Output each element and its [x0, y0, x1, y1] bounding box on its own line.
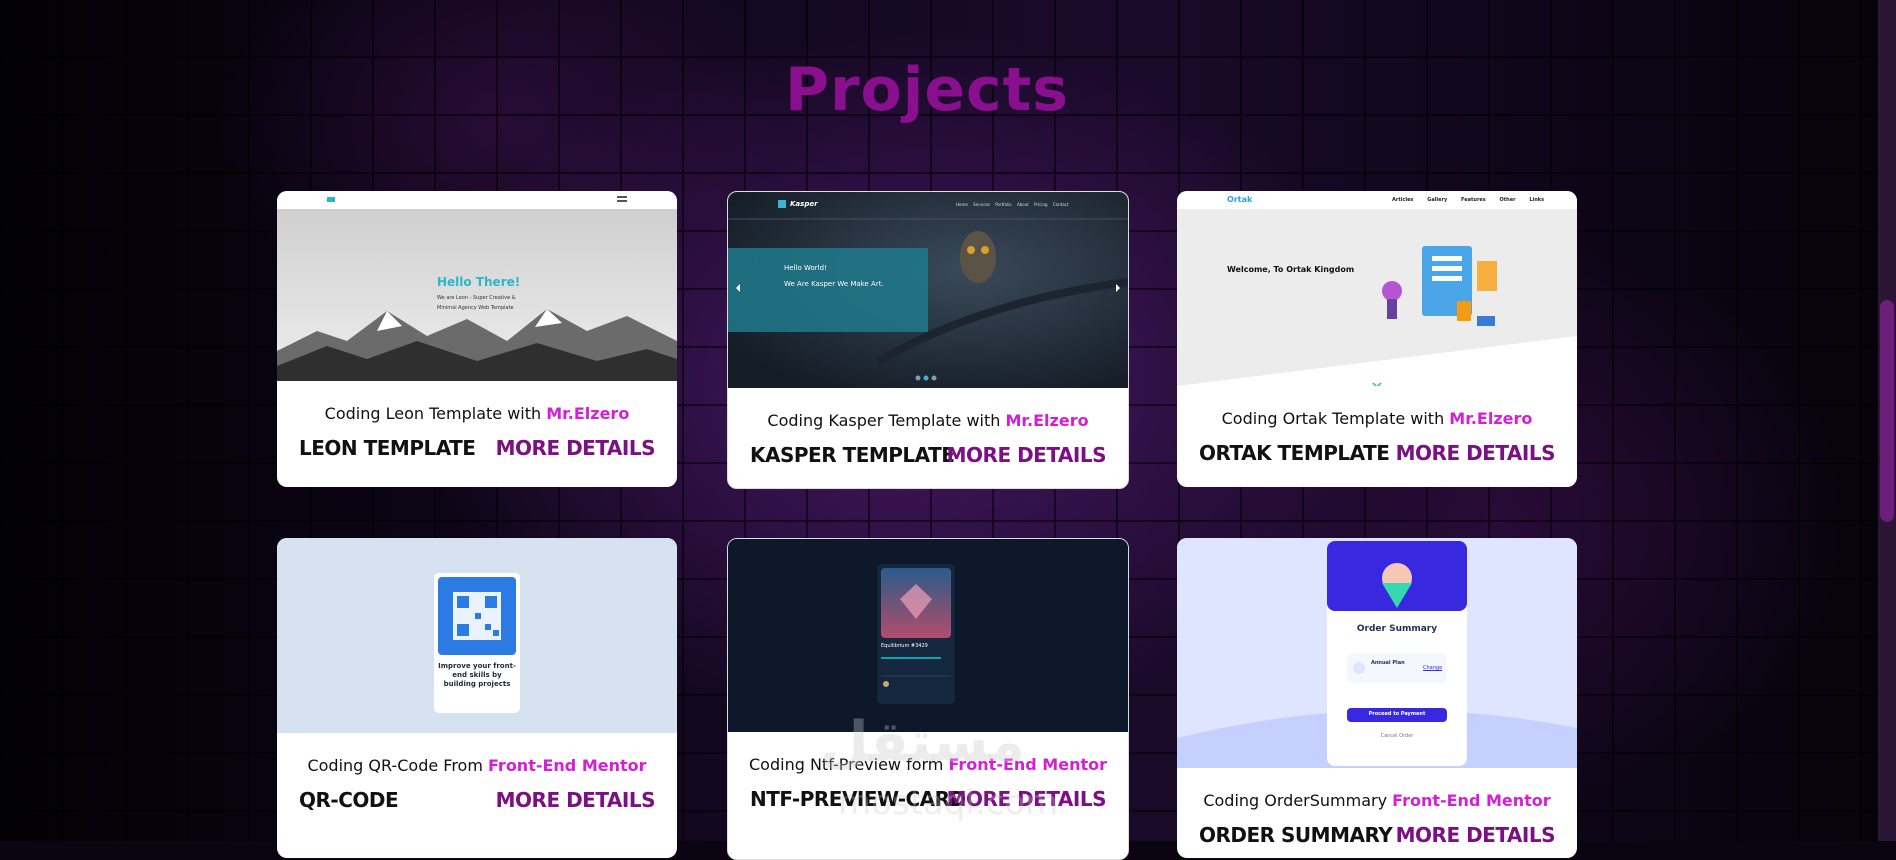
project-thumbnail: Order Summary Annual Plan Change Proceed… [1177, 538, 1577, 768]
project-name: LEON TEMPLATE [299, 436, 476, 460]
watermark-logo: مستقل [820, 710, 1025, 775]
project-card-kasper[interactable]: Kasper Home Services Portfolio About Pri… [727, 191, 1129, 489]
project-description: Coding Ortak Template with Mr.Elzero [1221, 409, 1533, 428]
more-details-link[interactable]: MORE DETAILS [947, 443, 1107, 467]
more-details-link[interactable]: MORE DETAILS [496, 788, 656, 812]
thumb-line: We are Leon - Super Creative & [437, 295, 516, 301]
more-details-link[interactable]: MORE DETAILS [1396, 823, 1556, 847]
project-thumbnail: Improve your front-end skills by buildin… [277, 538, 677, 733]
thumb-heading: Welcome, To Ortak Kingdom [1227, 265, 1355, 274]
author-link[interactable]: Mr.Elzero [1006, 411, 1089, 430]
thumb-brand: Ortak [1227, 195, 1253, 204]
project-description: Coding Leon Template with Mr.Elzero [324, 404, 630, 423]
thumb-line: Hello World! [784, 264, 827, 272]
project-name: QR-CODE [299, 788, 399, 812]
section-title: Projects [784, 55, 1069, 125]
project-thumbnail: Hello There! We are Leon - Super Creativ… [277, 191, 677, 381]
thumb-brand: Kasper [790, 200, 818, 208]
thumb-line: Minimal Agency Web Template [437, 305, 514, 311]
project-thumbnail: Kasper Home Services Portfolio About Pri… [728, 192, 1128, 388]
author-link[interactable]: Mr.Elzero [546, 404, 629, 423]
thumb-nav: Home Services Portfolio About Pricing Co… [956, 202, 1069, 207]
thumb-text: Improve your front-end skills by buildin… [438, 662, 516, 688]
thumb-nav: Articles Gallery Features Other Links [1392, 197, 1545, 203]
project-thumbnail: Equilibrium #3429 [728, 539, 1128, 732]
page-scrollbar[interactable] [1878, 0, 1896, 841]
project-card-order-summary[interactable]: Order Summary Annual Plan Change Proceed… [1177, 538, 1577, 858]
scrollbar-thumb[interactable] [1880, 300, 1894, 522]
thumb-plan: Annual Plan [1371, 660, 1405, 666]
project-card-ortak[interactable]: Ortak Articles Gallery Features Other Li… [1177, 191, 1577, 487]
watermark-text: mostaql.com [838, 783, 1059, 823]
thumb-heading: Hello There! [437, 275, 521, 289]
author-link[interactable]: Mr.Elzero [1449, 409, 1532, 428]
project-name: ORDER SUMMARY [1199, 823, 1393, 847]
author-link[interactable]: Front-End Mentor [488, 756, 647, 775]
thumb-text: Equilibrium #3429 [881, 643, 928, 649]
more-details-link[interactable]: MORE DETAILS [1396, 441, 1556, 465]
project-card-leon[interactable]: Hello There! We are Leon - Super Creativ… [277, 191, 677, 487]
project-card-qr-code[interactable]: Improve your front-end skills by buildin… [277, 538, 677, 858]
project-description: Coding OrderSummary Front-End Mentor [1203, 791, 1551, 810]
thumb-button: Proceed to Payment [1368, 711, 1426, 717]
project-name: KASPER TEMPLATE [750, 443, 955, 467]
thumb-change: Change [1423, 665, 1443, 671]
project-description: Coding QR-Code From Front-End Mentor [307, 756, 647, 775]
thumb-line: We Are Kasper We Make Art. [784, 280, 884, 288]
thumb-heading: Order Summary [1356, 624, 1438, 634]
project-description: Coding Kasper Template with Mr.Elzero [767, 411, 1089, 430]
project-name: ORTAK TEMPLATE [1199, 441, 1390, 465]
project-thumbnail: Ortak Articles Gallery Features Other Li… [1177, 191, 1577, 386]
thumb-cancel: Cancel Order [1380, 733, 1414, 739]
author-link[interactable]: Front-End Mentor [1392, 791, 1551, 810]
more-details-link[interactable]: MORE DETAILS [496, 436, 656, 460]
